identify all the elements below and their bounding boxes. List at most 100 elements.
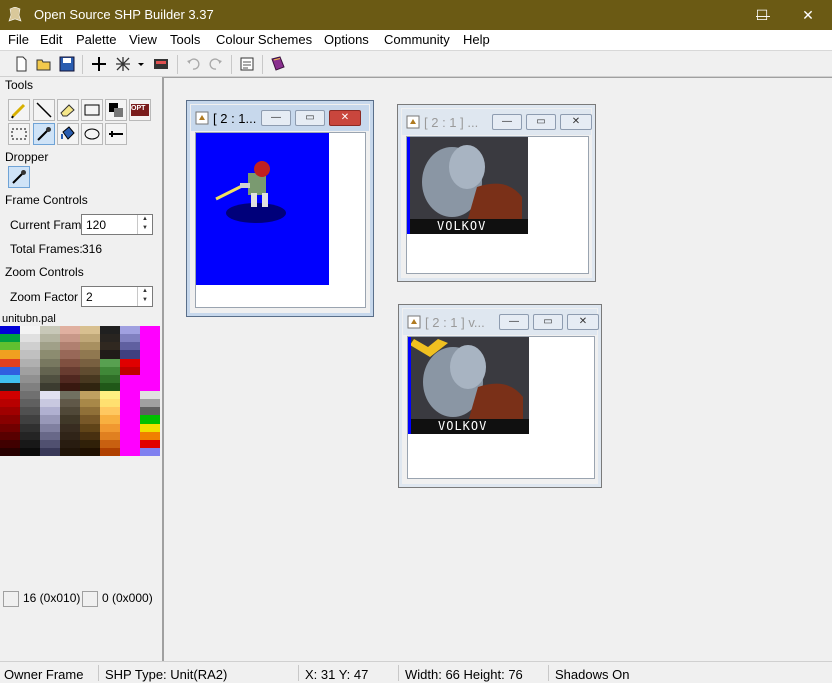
select-rect-tool[interactable] (8, 123, 30, 145)
current-frame-spinner[interactable]: 120 ▲ ▼ (81, 214, 153, 235)
spinner-arrows[interactable]: ▲ ▼ (137, 215, 152, 234)
palette-column[interactable] (20, 326, 40, 391)
status-size: Width: 66 Height: 76 (405, 667, 523, 682)
preview-icon[interactable] (152, 55, 170, 73)
fill-tool[interactable] (57, 123, 79, 145)
palette-column[interactable] (40, 326, 60, 391)
window-minimize-button[interactable]: — (261, 110, 291, 126)
left-color-label: 16 (0x010) (23, 591, 81, 605)
window-restore-button[interactable]: ▭ (295, 110, 325, 126)
move-tool[interactable] (105, 123, 127, 145)
title-bar: Open Source SHP Builder 3.37 — ☐ ✕ (0, 0, 832, 30)
properties-icon[interactable] (238, 55, 256, 73)
spin-down-icon[interactable]: ▼ (138, 296, 152, 305)
window-caption[interactable]: [ 2 : 1 ] ... — ▭ ✕ (402, 109, 592, 135)
crosshair-icon[interactable] (90, 55, 108, 73)
shp-window-2[interactable]: [ 2 : 1 ] ... — ▭ ✕ VOLKOV (397, 104, 596, 282)
left-panel: Tools OPT Dropper Frame Controls Current… (0, 77, 162, 661)
redo-icon[interactable] (207, 55, 225, 73)
menu-file[interactable]: File (8, 32, 29, 47)
toolbar-separator (231, 55, 232, 74)
palette-column[interactable] (140, 326, 160, 391)
palette-column[interactable] (60, 326, 80, 391)
zoom-factor-spinner[interactable]: 2 ▲ ▼ (81, 286, 153, 307)
line-tool[interactable] (33, 99, 55, 121)
palette-column[interactable] (20, 391, 40, 456)
shp-file-icon (195, 111, 209, 125)
palette-grid[interactable] (0, 326, 162, 587)
dropper-option-button[interactable] (8, 166, 30, 188)
palette-column[interactable] (120, 326, 140, 391)
spin-up-icon[interactable]: ▲ (138, 287, 152, 296)
palette-column[interactable] (0, 326, 20, 391)
ellipse-icon (84, 128, 100, 140)
darken-lighten-tool[interactable] (105, 99, 127, 121)
window-close-button[interactable]: ✕ (560, 114, 592, 130)
menu-tools[interactable]: Tools (170, 32, 200, 47)
palette-column[interactable] (80, 326, 100, 391)
spin-down-icon[interactable]: ▼ (138, 224, 152, 233)
left-color-swatch[interactable] (3, 591, 19, 607)
shp-window-3[interactable]: [ 2 : 1 ] v... — ▭ ✕ VOLKOV (398, 304, 602, 488)
zoom-factor-label: Zoom Factor (10, 290, 79, 304)
book-icon[interactable] (269, 55, 287, 73)
shp-window-1[interactable]: [ 2 : 1... — ▭ ✕ (186, 100, 374, 317)
palette-column[interactable] (0, 391, 20, 456)
palette-column[interactable] (80, 391, 100, 456)
rectangle-tool[interactable] (81, 99, 103, 121)
window-restore-button[interactable]: ▭ (526, 114, 556, 130)
spinner-arrows[interactable]: ▲ ▼ (137, 287, 152, 306)
window-canvas[interactable]: VOLKOV (406, 136, 589, 274)
window-canvas[interactable] (195, 132, 366, 308)
grid-icon[interactable] (114, 55, 132, 73)
ellipse-tool[interactable] (81, 123, 103, 145)
menu-palette[interactable]: Palette (76, 32, 116, 47)
sprite-canvas[interactable] (196, 133, 329, 285)
mdi-workspace[interactable]: [ 2 : 1... — ▭ ✕ [ 2 : 1 ] ... — ▭ ✕ VOL… (162, 77, 832, 661)
current-frame-value[interactable]: 120 (86, 218, 106, 232)
window-caption[interactable]: [ 2 : 1 ] v... — ▭ ✕ (403, 309, 599, 335)
opt-text: OPT (131, 105, 146, 112)
palette-column[interactable] (100, 391, 120, 456)
palette-column[interactable] (60, 391, 80, 456)
menu-community[interactable]: Community (384, 32, 450, 47)
palette-column[interactable] (120, 391, 140, 456)
menu-colour-schemes[interactable]: Colour Schemes (216, 32, 312, 47)
close-button[interactable]: ✕ (785, 0, 831, 30)
palette-column[interactable] (100, 326, 120, 391)
toolbar-separator (82, 55, 83, 74)
eraser-tool[interactable] (57, 99, 79, 121)
window-canvas[interactable]: VOLKOV (407, 336, 595, 479)
new-file-icon[interactable] (12, 55, 30, 73)
status-bar: Owner Frame SHP Type: Unit(RA2) X: 31 Y:… (0, 661, 832, 683)
right-color-swatch[interactable] (82, 591, 98, 607)
status-shadows: Shadows On (555, 667, 630, 682)
undo-icon[interactable] (184, 55, 202, 73)
right-color-label: 0 (0x000) (102, 591, 153, 605)
window-close-button[interactable]: ✕ (329, 110, 361, 126)
zoom-factor-value[interactable]: 2 (86, 290, 93, 304)
window-minimize-button[interactable]: — (492, 114, 522, 130)
menu-edit[interactable]: Edit (40, 32, 62, 47)
palette-column[interactable] (140, 391, 160, 456)
open-folder-icon[interactable] (35, 55, 53, 73)
dropdown-arrow-icon[interactable] (136, 55, 146, 73)
pencil-tool[interactable] (8, 99, 30, 121)
menu-help[interactable]: Help (463, 32, 490, 47)
menu-options[interactable]: Options (324, 32, 369, 47)
palette-column[interactable] (40, 391, 60, 456)
menu-view[interactable]: View (129, 32, 157, 47)
maximize-button[interactable]: ☐ (739, 0, 785, 30)
window-caption[interactable]: [ 2 : 1... — ▭ ✕ (191, 105, 369, 131)
opt-tool[interactable]: OPT (129, 99, 151, 121)
save-icon[interactable] (58, 55, 76, 73)
palette-name: unitubn.pal (2, 313, 56, 325)
window-close-button[interactable]: ✕ (567, 314, 599, 330)
dropper-tool[interactable] (33, 123, 55, 145)
close-icon: ✕ (802, 7, 814, 23)
window-restore-button[interactable]: ▭ (533, 314, 563, 330)
dropper-icon (12, 170, 26, 184)
window-minimize-button[interactable]: — (499, 314, 529, 330)
spin-up-icon[interactable]: ▲ (138, 215, 152, 224)
shp-file-icon (407, 315, 421, 329)
